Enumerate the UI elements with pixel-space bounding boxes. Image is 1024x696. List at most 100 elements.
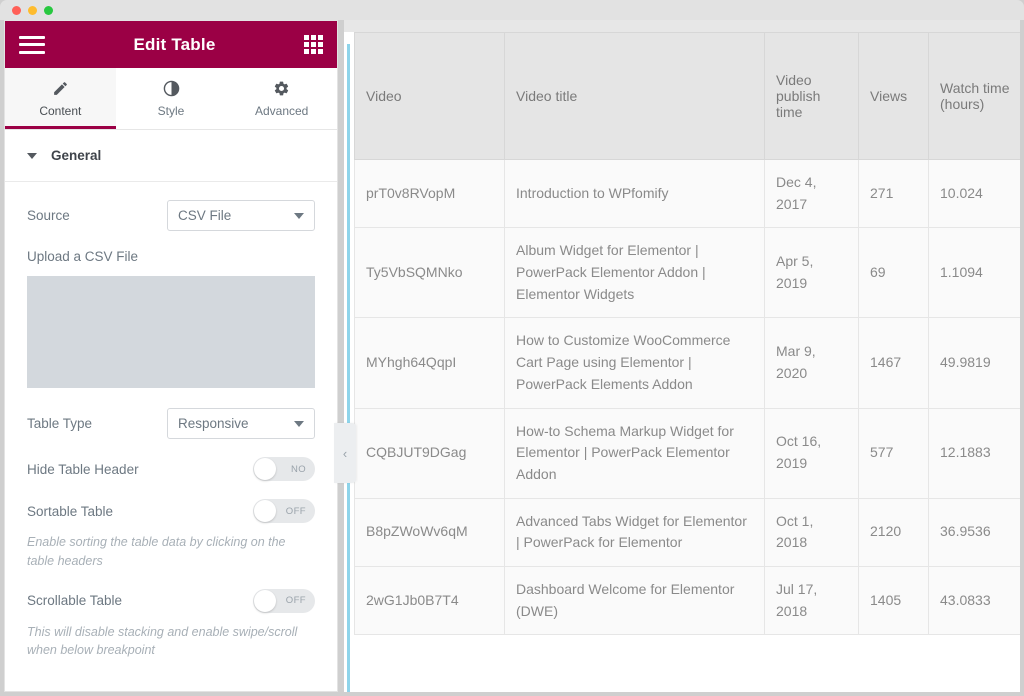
scrollable-table-row: Scrollable Table OFF	[27, 589, 315, 613]
hide-table-header-label: Hide Table Header	[27, 462, 139, 477]
table-type-select[interactable]: Responsive	[167, 408, 315, 439]
cell-publish-time: Jul 17, 2018	[765, 566, 859, 634]
scrollable-table-toggle[interactable]: OFF	[253, 589, 315, 613]
cell-watch-time: 12.1883	[929, 408, 1021, 498]
widget-accent-line	[347, 44, 350, 692]
table-row: Ty5VbSQMNko Album Widget for Elementor |…	[355, 228, 1021, 318]
scrollable-table-label: Scrollable Table	[27, 593, 122, 608]
chevron-down-icon	[294, 213, 304, 219]
tab-content[interactable]: Content	[5, 68, 116, 129]
toggle-knob	[254, 458, 276, 480]
section-general-header[interactable]: General	[5, 130, 337, 182]
tab-style-label: Style	[158, 104, 185, 118]
cell-watch-time: 49.9819	[929, 318, 1021, 408]
cell-video-title: Advanced Tabs Widget for Elementor | Pow…	[505, 498, 765, 566]
hide-table-header-toggle[interactable]: NO	[253, 457, 315, 481]
preview-pane: Video Video title Video publish time Vie…	[344, 20, 1020, 692]
scrollable-table-hint: This will disable stacking and enable sw…	[27, 623, 315, 661]
window-traffic-lights	[12, 6, 53, 15]
preview-topbar	[344, 20, 1020, 32]
cell-watch-time: 1.1094	[929, 228, 1021, 318]
video-stats-table: Video Video title Video publish time Vie…	[354, 32, 1020, 635]
cell-video-title: Introduction to WPfomify	[505, 160, 765, 228]
hide-table-header-row: Hide Table Header NO	[27, 457, 315, 481]
cell-views: 2120	[859, 498, 929, 566]
cell-views: 1467	[859, 318, 929, 408]
panel-collapse-handle[interactable]: ‹	[334, 423, 356, 483]
cell-video-title: How to Customize WooCommerce Cart Page u…	[505, 318, 765, 408]
cell-publish-time: Apr 5, 2019	[765, 228, 859, 318]
panel-title: Edit Table	[45, 35, 304, 55]
cell-video: 2wG1Jb0B7T4	[355, 566, 505, 634]
column-header-views[interactable]: Views	[859, 33, 929, 160]
hamburger-icon[interactable]	[19, 36, 45, 54]
toggle-knob	[254, 590, 276, 612]
source-select-value: CSV File	[178, 208, 231, 223]
window-titlebar	[0, 0, 1024, 20]
table-body: prT0v8RVopM Introduction to WPfomify Dec…	[355, 160, 1021, 635]
preview-canvas: Video Video title Video publish time Vie…	[344, 32, 1020, 692]
cell-views: 69	[859, 228, 929, 318]
cell-video-title: Dashboard Welcome for Elementor (DWE)	[505, 566, 765, 634]
cell-publish-time: Dec 4, 2017	[765, 160, 859, 228]
table-head: Video Video title Video publish time Vie…	[355, 33, 1021, 160]
close-window-button[interactable]	[12, 6, 21, 15]
sortable-table-hint: Enable sorting the table data by clickin…	[27, 533, 315, 571]
cell-video-title: Album Widget for Elementor | PowerPack E…	[505, 228, 765, 318]
cell-views: 1405	[859, 566, 929, 634]
cell-video: Ty5VbSQMNko	[355, 228, 505, 318]
table-row: B8pZWoWv6qM Advanced Tabs Widget for Ele…	[355, 498, 1021, 566]
column-header-video[interactable]: Video	[355, 33, 505, 160]
pencil-icon	[52, 79, 69, 97]
tab-content-label: Content	[39, 104, 81, 118]
column-header-video-publish-time[interactable]: Video publish time	[765, 33, 859, 160]
tab-style[interactable]: Style	[116, 68, 227, 129]
section-general-title: General	[51, 148, 101, 163]
scrollable-table-state: OFF	[286, 595, 306, 606]
tab-advanced[interactable]: Advanced	[226, 68, 337, 129]
source-select[interactable]: CSV File	[167, 200, 315, 231]
tab-advanced-label: Advanced	[255, 104, 308, 118]
contrast-half-circle-icon	[163, 79, 180, 97]
column-header-watch-time[interactable]: Watch time (hours)	[929, 33, 1021, 160]
cell-watch-time: 43.0833	[929, 566, 1021, 634]
cell-publish-time: Oct 1, 2018	[765, 498, 859, 566]
cell-publish-time: Mar 9, 2020	[765, 318, 859, 408]
maximize-window-button[interactable]	[44, 6, 53, 15]
cell-video: MYhgh64QqpI	[355, 318, 505, 408]
cell-watch-time: 36.9536	[929, 498, 1021, 566]
cell-publish-time: Oct 16, 2019	[765, 408, 859, 498]
csv-dropzone[interactable]	[27, 276, 315, 388]
editor-panel: Edit Table Content	[4, 20, 338, 692]
chevron-down-icon	[294, 421, 304, 427]
section-general-body: Source CSV File Upload a CSV File Table …	[5, 182, 337, 660]
panel-header: Edit Table	[5, 21, 337, 68]
table-row: CQBJUT9DGag How-to Schema Markup Widget …	[355, 408, 1021, 498]
minimize-window-button[interactable]	[28, 6, 37, 15]
panel-tabs: Content Style Advanced	[5, 68, 337, 130]
table-type-label: Table Type	[27, 416, 92, 431]
grid-apps-icon[interactable]	[304, 35, 323, 54]
cell-video: B8pZWoWv6qM	[355, 498, 505, 566]
cell-video-title: How-to Schema Markup Widget for Elemento…	[505, 408, 765, 498]
column-header-video-title[interactable]: Video title	[505, 33, 765, 160]
table-row: MYhgh64QqpI How to Customize WooCommerce…	[355, 318, 1021, 408]
table-row: prT0v8RVopM Introduction to WPfomify Dec…	[355, 160, 1021, 228]
upload-csv-label: Upload a CSV File	[27, 249, 315, 264]
source-row: Source CSV File	[27, 200, 315, 231]
cell-views: 577	[859, 408, 929, 498]
cell-views: 271	[859, 160, 929, 228]
chevron-down-icon	[27, 153, 37, 159]
app-window: Edit Table Content	[0, 0, 1024, 696]
table-row: 2wG1Jb0B7T4 Dashboard Welcome for Elemen…	[355, 566, 1021, 634]
source-label: Source	[27, 208, 70, 223]
sortable-table-row: Sortable Table OFF	[27, 499, 315, 523]
table-type-select-value: Responsive	[178, 416, 249, 431]
chevron-left-icon: ‹	[343, 446, 347, 461]
sortable-table-state: OFF	[286, 506, 306, 517]
sortable-table-toggle[interactable]: OFF	[253, 499, 315, 523]
table-type-row: Table Type Responsive	[27, 408, 315, 439]
gear-icon	[273, 79, 290, 97]
toggle-knob	[254, 500, 276, 522]
cell-watch-time: 10.024	[929, 160, 1021, 228]
